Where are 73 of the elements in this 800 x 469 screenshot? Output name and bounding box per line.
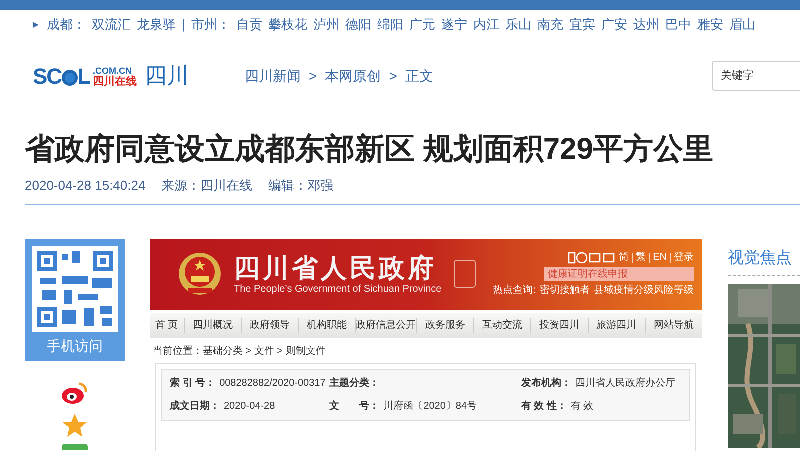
separator: | — [182, 16, 186, 34]
field-label: 索 引 号： — [170, 376, 216, 390]
publish-time: 2020-04-28 15:40:24 — [25, 177, 146, 195]
city-link[interactable]: 宜宾 — [569, 15, 596, 35]
nav-link[interactable]: 政务服务 — [416, 318, 474, 332]
nav-link[interactable]: 互动交流 — [473, 318, 530, 332]
nav-link[interactable]: 政府信息公开 — [355, 318, 416, 332]
breadcrumb-link[interactable]: 正文 — [405, 66, 434, 86]
group-label: 市州： — [191, 16, 230, 34]
star-icon[interactable] — [62, 412, 88, 438]
language-link[interactable]: 繁 — [636, 250, 646, 265]
field-label: 有 效 性： — [521, 400, 567, 414]
city-link[interactable]: 内江 — [473, 15, 500, 35]
toolbar-icons-drawing — [568, 252, 616, 264]
section-heading: 视觉焦点 — [728, 248, 793, 268]
nav-link[interactable]: 首 页 — [150, 318, 184, 332]
city-link[interactable]: 达州 — [633, 15, 660, 35]
article-source: 来源：四川在线 — [162, 177, 253, 195]
field-value: 2020-04-28 — [224, 400, 276, 414]
nav-link[interactable]: 政府领导 — [240, 318, 298, 332]
nav-link[interactable]: 网站导航 — [644, 318, 702, 332]
city-link[interactable]: 雅安 — [697, 15, 724, 35]
breadcrumb-separator: > — [389, 66, 398, 86]
city-link[interactable]: 遂宁 — [441, 15, 468, 35]
city-link[interactable]: 乐山 — [505, 15, 532, 35]
arrow-icon: ► — [31, 18, 41, 32]
site-title: 四川省人民政府 — [234, 252, 438, 284]
field-value: 008282882/2020-00317 — [220, 376, 326, 390]
field-value: 四川省人民政府办公厅 — [575, 376, 676, 390]
article-title: 省政府同意设立成都东部新区 规划面积729平方公里 — [25, 132, 714, 168]
field-label: 成文日期： — [170, 400, 220, 414]
city-link[interactable]: 龙泉驿 — [136, 15, 176, 35]
hot-link[interactable]: 密切接触者 — [540, 283, 590, 298]
search-field[interactable]: 关键字 — [712, 61, 800, 91]
field-label: 主题分类： — [330, 376, 380, 390]
city-link[interactable]: 广安 — [601, 15, 628, 35]
language-link[interactable]: 简 — [619, 250, 630, 265]
emblem-icon — [178, 252, 222, 296]
nav-link[interactable]: 四川概况 — [184, 318, 241, 332]
city-link[interactable]: 自贡 — [236, 15, 262, 35]
field-label: 发布机构： — [521, 376, 572, 390]
field-value: 有 效 — [570, 400, 594, 414]
nav-link[interactable]: 机构职能 — [298, 318, 356, 332]
city-link[interactable]: 南充 — [537, 15, 564, 35]
city-link[interactable]: 泸州 — [313, 15, 340, 35]
hot-label: 热点查询: — [493, 284, 536, 298]
field-label: 文 号： — [330, 400, 380, 414]
city-link[interactable]: 眉山 — [729, 15, 756, 35]
city-link[interactable]: 双流汇 — [92, 15, 131, 35]
language-link[interactable]: 登录 — [674, 250, 694, 265]
breadcrumb-link[interactable]: 四川新闻 — [245, 66, 301, 86]
city-link[interactable]: 攀枝花 — [268, 15, 308, 35]
nav-link[interactable]: 旅游四川 — [588, 318, 645, 332]
share-icon[interactable] — [62, 444, 88, 450]
location-breadcrumb: 当前位置：基础分类 > 文件 > 则制文件 — [153, 344, 327, 358]
site-search-field[interactable]: 健康证明在线申报 — [544, 267, 694, 281]
hot-link[interactable]: 县域疫情分级风险等级 — [594, 283, 694, 298]
nav-link[interactable]: 投资四川 — [530, 318, 588, 332]
channel-name: 四川 — [145, 64, 190, 88]
weibo-icon[interactable] — [61, 380, 89, 404]
field-value: 川府函〔2020〕84号 — [384, 400, 478, 414]
group-label: 成都： — [46, 16, 86, 34]
breadcrumb-separator: > — [309, 66, 318, 86]
qr-code-icon — [32, 246, 118, 332]
city-link[interactable]: 绵阳 — [377, 15, 404, 35]
language-link[interactable]: EN — [653, 250, 667, 265]
site-subtitle: The People’s Government of Sichuan Province — [234, 284, 442, 296]
city-link[interactable]: 德阳 — [345, 15, 372, 35]
article-editor: 编辑：邓强 — [268, 177, 334, 195]
breadcrumb-link[interactable]: 本网原创 — [325, 66, 382, 86]
city-link[interactable]: 广元 — [409, 15, 436, 35]
qr-caption: 手机访问 — [47, 336, 103, 356]
city-link[interactable]: 巴中 — [665, 15, 692, 35]
